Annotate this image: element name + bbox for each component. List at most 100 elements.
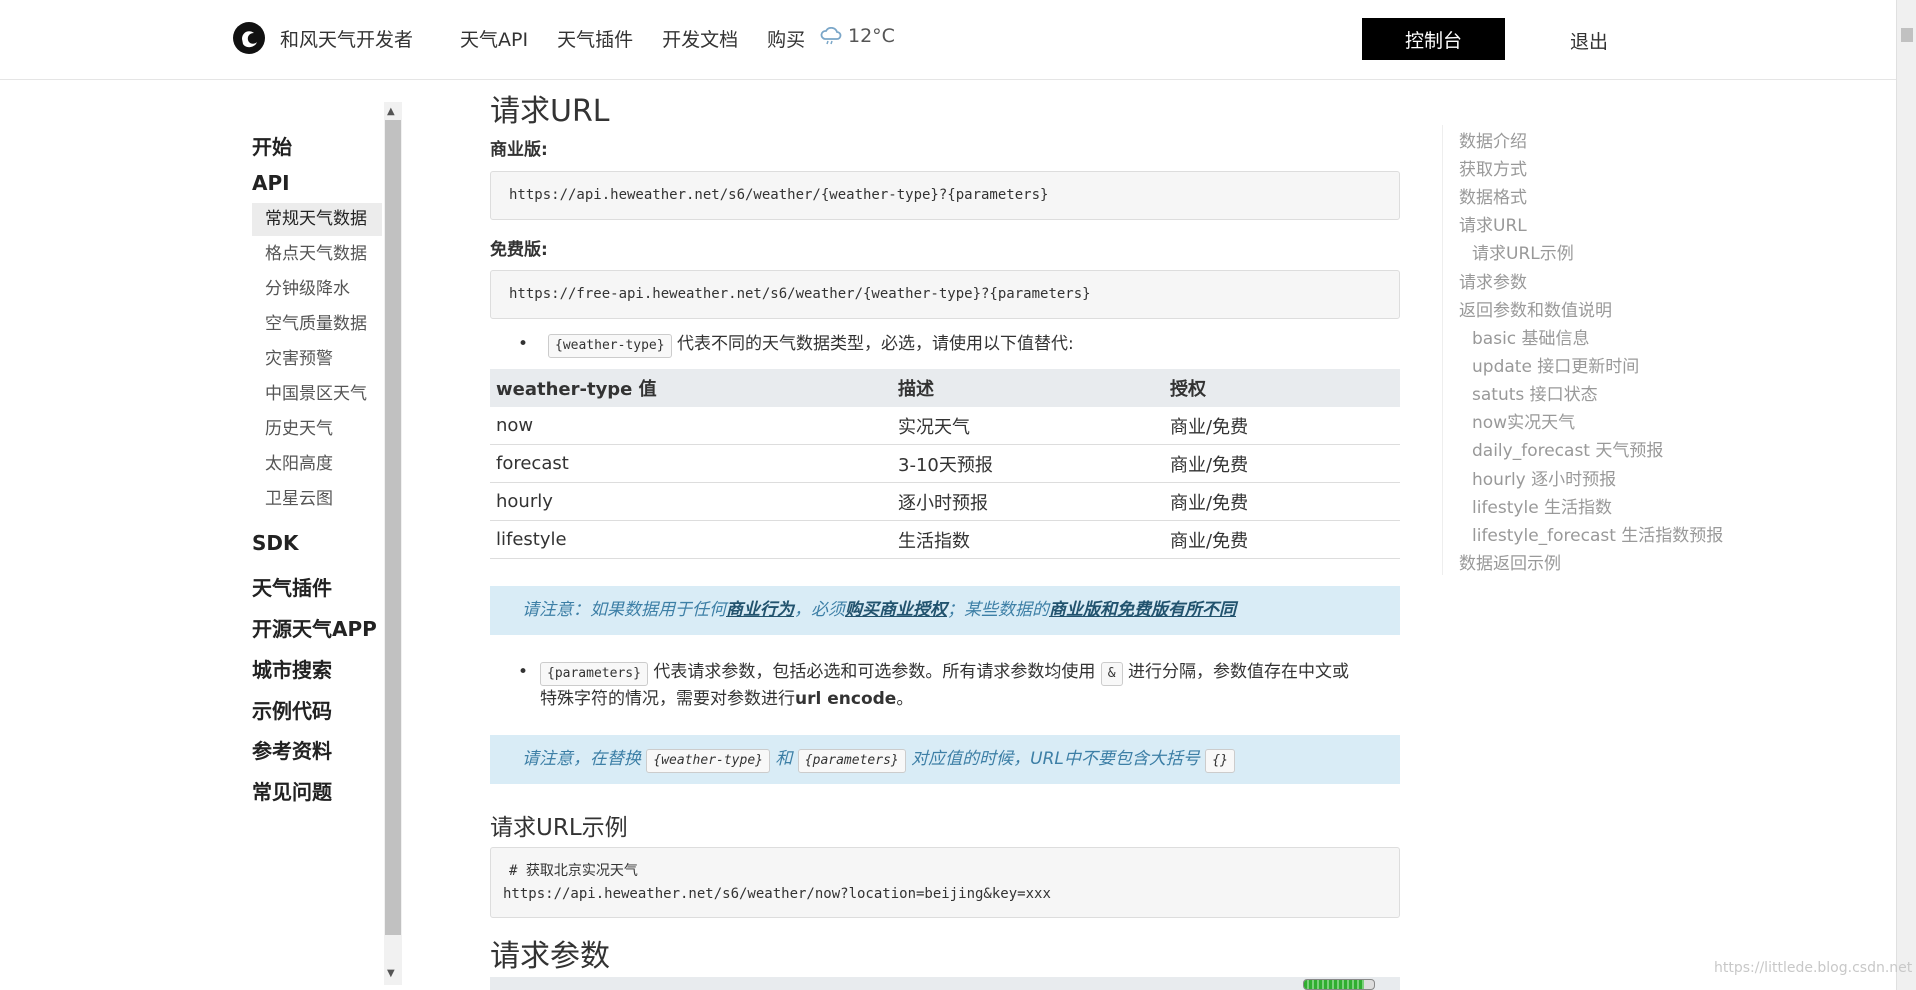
toc-item-request-url-example[interactable]: 请求URL示例 (1472, 239, 1574, 264)
logout-link[interactable]: 退出 (1570, 27, 1608, 54)
ampersand-code: & (1100, 662, 1123, 686)
heweather-logo-icon[interactable] (232, 21, 266, 55)
sidebar-item-satellite-cloud[interactable]: 卫星云图 (252, 483, 382, 516)
note-code-braces: {} (1205, 749, 1235, 773)
nav-weather-api[interactable]: 天气API (460, 25, 528, 52)
parameters-description: 代表请求参数，包括必选和可选参数。所有请求参数均使用 (653, 662, 1096, 682)
weather-type-code: {weather-type} (548, 334, 672, 358)
sidebar-item-regular-weather[interactable]: 常规天气数据 (252, 203, 382, 236)
commercial-use-note: 请注意：如果数据用于任何商业行为，必须购买商业授权；某些数据的商业版和免费版有所… (490, 586, 1400, 635)
example-comment: # 获取北京实况天气 (509, 863, 638, 879)
toc-item-hourly[interactable]: hourly 逐小时预报 (1472, 465, 1616, 490)
weather-type-bullet: {weather-type} 代表不同的天气数据类型，必选，请使用以下值替代: (518, 331, 1074, 358)
table-cell: 商业/免费 (1164, 520, 1400, 559)
window-scrollbar[interactable] (1896, 0, 1916, 990)
window-scrollbar-thumb[interactable] (1901, 28, 1913, 42)
sidebar-item-historical-weather[interactable]: 历史天气 (252, 413, 382, 446)
toc-item-request-params[interactable]: 请求参数 (1459, 268, 1527, 293)
sidebar-category-city-search[interactable]: 城市搜索 (252, 654, 332, 683)
current-weather[interactable]: 12°C (820, 25, 895, 47)
url-encode-text: url encode (795, 689, 897, 709)
table-header-row: weather-type 值 描述 授权 (490, 369, 1400, 407)
sidebar-item-air-quality[interactable]: 空气质量数据 (252, 308, 382, 341)
sidebar-category-weather-plugin[interactable]: 天气插件 (252, 572, 332, 601)
table-cell: 生活指数 (892, 520, 1164, 559)
parameters-bullet: {parameters} 代表请求参数，包括必选和可选参数。所有请求参数均使用 … (518, 659, 1400, 712)
sidebar-category-api[interactable]: API (252, 171, 290, 195)
punctuation: 。 (896, 689, 914, 709)
sidebar-category-references[interactable]: 参考资料 (252, 735, 332, 764)
note-text: 对应值的时候，URL中不要包含大括号 (911, 749, 1200, 769)
toc-item-basic[interactable]: basic 基础信息 (1472, 324, 1590, 349)
toc-item-daily-forecast[interactable]: daily_forecast 天气预报 (1472, 436, 1663, 461)
note-text: 请注意：如果数据用于任何 (522, 600, 726, 620)
sidebar-item-solar-elevation[interactable]: 太阳高度 (252, 448, 382, 481)
sidebar-item-disaster-alert[interactable]: 灾害预警 (252, 343, 382, 376)
toc-item-status[interactable]: satuts 接口状态 (1472, 380, 1598, 405)
table-cell: 商业/免费 (1164, 482, 1400, 521)
free-label: 免费版: (490, 240, 548, 260)
free-url-code: https://free-api.heweather.net/s6/weathe… (490, 270, 1400, 319)
toc-item-access-method[interactable]: 获取方式 (1459, 155, 1527, 180)
table-row: hourly 逐小时预报 商业/免费 (490, 482, 1400, 521)
toc-item-request-url[interactable]: 请求URL (1459, 211, 1527, 236)
parameters-code: {parameters} (540, 662, 648, 686)
scroll-down-arrow-icon[interactable]: ▼ (387, 968, 395, 979)
sidebar-item-scenic-weather[interactable]: 中国景区天气 (252, 378, 382, 411)
section-title-request-params: 请求参数 (490, 939, 610, 974)
toc-item-return-params[interactable]: 返回参数和数值说明 (1459, 296, 1612, 321)
sidebar-item-grid-weather[interactable]: 格点天气数据 (252, 238, 382, 271)
note-text: 和 (775, 749, 793, 769)
loading-progress-bar (1303, 979, 1375, 990)
sidebar-category-faq[interactable]: 常见问题 (252, 776, 332, 805)
toc-item-update[interactable]: update 接口更新时间 (1472, 352, 1639, 377)
sidebar-scrollbar-thumb[interactable] (385, 120, 401, 935)
sidebar-category-sample-code[interactable]: 示例代码 (252, 695, 332, 724)
example-url: https://api.heweather.net/s6/weather/now… (503, 886, 1051, 902)
nav-weather-plugin[interactable]: 天气插件 (557, 25, 633, 52)
nav-purchase[interactable]: 购买 (767, 25, 805, 52)
table-cell: 3-10天预报 (892, 444, 1164, 483)
brand-name[interactable]: 和风天气开发者 (280, 25, 413, 52)
scroll-up-arrow-icon[interactable]: ▲ (387, 106, 395, 117)
table-row: now 实况天气 商业/免费 (490, 407, 1400, 445)
console-button[interactable]: 控制台 (1362, 18, 1505, 60)
table-cell: now (490, 407, 892, 445)
table-cell: 商业/免费 (1164, 407, 1400, 445)
csdn-watermark: https://littlede.blog.csdn.net (1714, 960, 1913, 976)
braces-note: 请注意，在替换 {weather-type} 和 {parameters} 对应… (490, 735, 1400, 784)
commercial-url-code: https://api.heweather.net/s6/weather/{we… (490, 171, 1400, 220)
nav-dev-docs[interactable]: 开发文档 (662, 25, 738, 52)
example-code-block: # 获取北京实况天气 https://api.heweather.net/s6/… (490, 847, 1400, 918)
sidebar-scrollbar[interactable]: ▲ ▼ (384, 102, 402, 985)
toc-item-lifestyle-forecast[interactable]: lifestyle_forecast 生活指数预报 (1472, 521, 1723, 546)
toc-item-data-format[interactable]: 数据格式 (1459, 183, 1527, 208)
sidebar-category-open-source-app[interactable]: 开源天气APP (252, 613, 377, 642)
toc-item-return-example[interactable]: 数据返回示例 (1459, 549, 1561, 574)
note-code-parameters: {parameters} (797, 749, 906, 773)
table-row: forecast 3-10天预报 商业/免费 (490, 444, 1400, 483)
sidebar-item-minutely-precip[interactable]: 分钟级降水 (252, 273, 382, 306)
table-header-weather-type: weather-type 值 (490, 369, 892, 407)
weather-type-description: 代表不同的天气数据类型，必选，请使用以下值替代: (676, 334, 1074, 354)
section-title-request-url: 请求URL (490, 94, 610, 129)
commercial-label: 商业版: (490, 140, 548, 160)
table-cell: forecast (490, 444, 892, 483)
params-table-header-partial (490, 977, 1400, 990)
parameters-description-3: 特殊字符的情况，需要对参数进行 (540, 689, 795, 709)
note-link-version-difference[interactable]: 商业版和免费版有所不同 (1049, 600, 1236, 620)
sidebar-category-start[interactable]: 开始 (252, 131, 292, 160)
note-link-commercial-behavior[interactable]: 商业行为 (726, 600, 794, 620)
toc-item-lifestyle[interactable]: lifestyle 生活指数 (1472, 493, 1612, 518)
top-navbar: 和风天气开发者 天气API 天气插件 开发文档 购买 12°C 控制台 退出 (0, 0, 1896, 80)
toc-item-data-intro[interactable]: 数据介绍 (1459, 127, 1527, 152)
note-link-buy-license[interactable]: 购买商业授权 (845, 600, 947, 620)
note-text: ，必须 (794, 600, 845, 620)
toc-item-now[interactable]: now实况天气 (1472, 408, 1575, 433)
main-nav: 天气API 天气插件 开发文档 购买 (460, 25, 805, 52)
table-header-description: 描述 (892, 369, 1164, 407)
table-cell: 商业/免费 (1164, 444, 1400, 483)
table-cell: 实况天气 (892, 407, 1164, 445)
weather-temperature: 12°C (848, 25, 895, 47)
sidebar-category-sdk[interactable]: SDK (252, 531, 299, 555)
